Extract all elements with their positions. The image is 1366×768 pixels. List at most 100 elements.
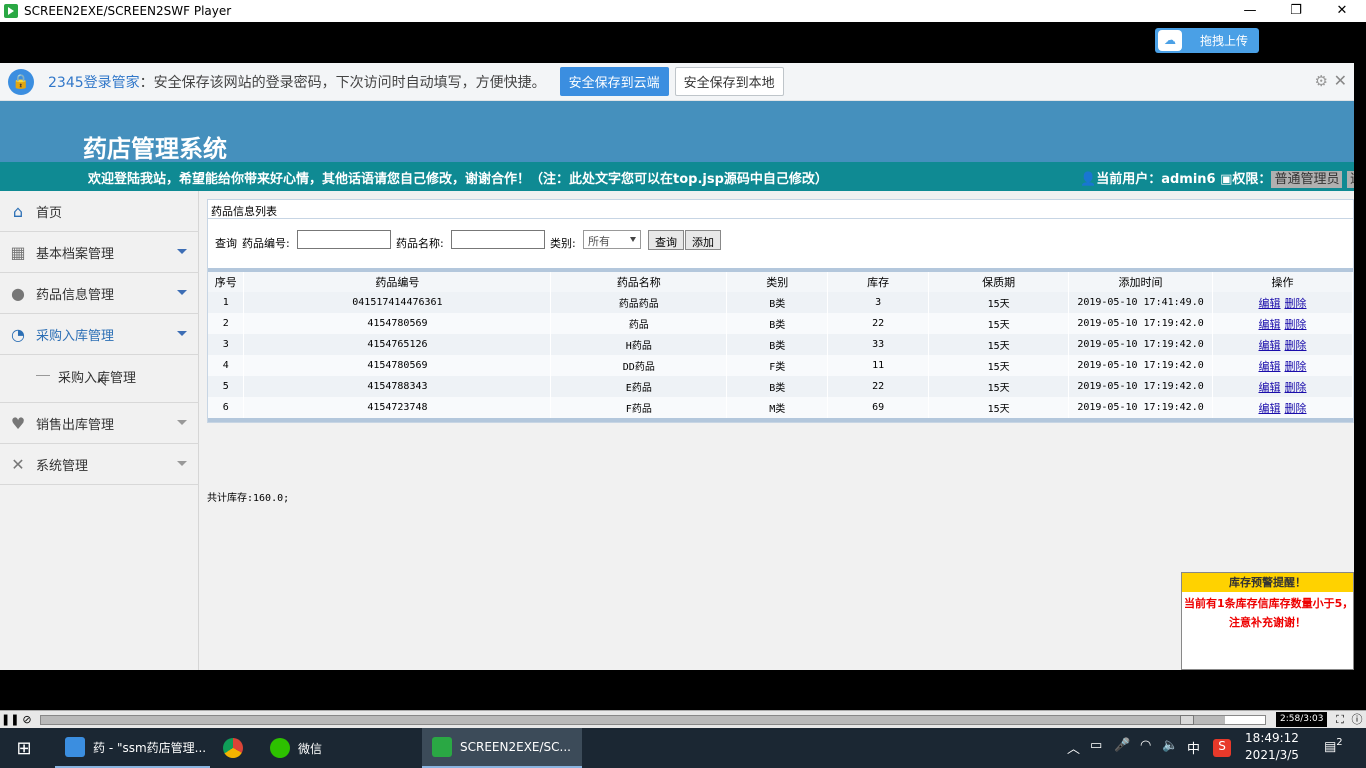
cell-no: 2 — [208, 313, 245, 334]
main-content: 药品信息列表 查询 药品编号: 药品名称: 类别: 所有 查询 添加 序号 药品… — [200, 191, 1354, 670]
notification-count: 2 — [1336, 737, 1343, 748]
logout-link[interactable]: 退出 — [1346, 171, 1354, 188]
cell-code: 4154723748 — [243, 397, 552, 418]
cell-type: B类 — [726, 292, 829, 313]
panel-title: 药品信息列表 — [208, 200, 1353, 219]
cell-type: B类 — [726, 376, 829, 397]
taskbar-item-label: SCREEN2EXE/SC... — [460, 740, 571, 754]
cell-name: 药品 — [550, 313, 728, 334]
sidebar-subitem-purchase[interactable]: 采购入库管理 ↖ — [0, 355, 199, 403]
delete-link[interactable]: 删除 — [1285, 339, 1307, 352]
site-header: 药店管理系统 — [0, 101, 1354, 163]
search-button[interactable]: 查询 — [648, 230, 684, 250]
sogou-icon[interactable]: S — [1213, 739, 1231, 757]
clock-time: 18:49:12 — [1245, 731, 1299, 745]
total-stock: 共计库存:160.0; — [207, 493, 290, 504]
cell-no: 4 — [208, 355, 245, 376]
edit-link[interactable]: 编辑 — [1259, 360, 1281, 373]
query-label: 查询 — [215, 237, 237, 250]
close-icon[interactable]: ✕ — [1334, 71, 1347, 90]
window-title: SCREEN2EXE/SCREEN2SWF Player — [24, 4, 232, 18]
cell-name: 药品药品 — [550, 292, 728, 313]
start-button[interactable]: ⊞ — [0, 728, 48, 768]
cell-stock: 22 — [827, 376, 930, 397]
close-button[interactable]: ✕ — [1319, 0, 1365, 22]
cell-time: 2019-05-10 17:19:42.0 — [1068, 334, 1214, 355]
drug-name-input[interactable] — [451, 230, 545, 249]
battery-icon[interactable]: ▭ — [1090, 738, 1102, 753]
sidebar-item-purchase[interactable]: ◔ 采购入库管理 — [0, 314, 199, 355]
taskbar-item-wechat[interactable]: 微信 — [260, 728, 370, 768]
volume-icon[interactable]: 🔈 — [1162, 738, 1178, 753]
wifi-icon[interactable]: ◠ — [1140, 738, 1151, 753]
chevron-up-icon[interactable]: ︿ — [1067, 738, 1080, 757]
delete-link[interactable]: 删除 — [1285, 402, 1307, 415]
cell-no: 3 — [208, 334, 245, 355]
taskbar-item-chrome[interactable] — [213, 728, 258, 768]
delete-link[interactable]: 删除 — [1285, 318, 1307, 331]
gear-icon[interactable]: ⚙ — [1315, 72, 1328, 90]
password-manager-brand[interactable]: 2345登录管家 — [48, 72, 140, 92]
sidebar-item-system[interactable]: ✕ 系统管理 — [0, 444, 199, 485]
loop-icon[interactable]: ⊘ — [19, 712, 35, 727]
taskbar-item-player[interactable]: SCREEN2EXE/SC... — [422, 728, 582, 768]
save-to-local-button[interactable]: 安全保存到本地 — [674, 67, 784, 96]
sidebar-item-sales[interactable]: ♥ 销售出库管理 — [0, 403, 199, 444]
edit-link[interactable]: 编辑 — [1259, 381, 1281, 394]
col-header: 类别 — [726, 272, 829, 292]
system-clock[interactable]: 18:49:12 2021/3/5 — [1240, 730, 1304, 764]
name-label: 药品名称: — [396, 237, 444, 250]
chevron-down-icon — [177, 420, 187, 425]
edit-link[interactable]: 编辑 — [1259, 318, 1281, 331]
maximize-button[interactable]: ❐ — [1273, 0, 1319, 22]
sidebar-item-drug-info[interactable]: ● 药品信息管理 — [0, 273, 199, 314]
col-header: 药品编号 — [243, 272, 552, 292]
edit-link[interactable]: 编辑 — [1259, 297, 1281, 310]
cell-code: 4154780569 — [243, 355, 552, 376]
seek-bar[interactable] — [40, 715, 1266, 725]
code-label: 药品编号: — [242, 237, 290, 250]
app-icon — [4, 4, 18, 18]
seek-handle[interactable] — [1179, 715, 1194, 725]
player-app-icon — [432, 737, 452, 757]
user-info: 👤当前用户：admin6 ▣权限：普通管理员 退出 — [1080, 168, 1354, 188]
sidebar-item-label: 药品信息管理 — [36, 287, 115, 303]
microphone-icon[interactable]: 🎤 — [1114, 738, 1130, 753]
notification-icon[interactable]: ▤2 — [1324, 737, 1343, 754]
cell-shelf: 15天 — [928, 355, 1070, 376]
sidebar-item-home[interactable]: ⌂ 首页 — [0, 191, 199, 232]
edit-link[interactable]: 编辑 — [1259, 402, 1281, 415]
cell-stock: 33 — [827, 334, 930, 355]
edit-link[interactable]: 编辑 — [1259, 339, 1281, 352]
minimize-button[interactable]: — — [1227, 0, 1273, 22]
drug-code-input[interactable] — [297, 230, 391, 249]
role-icon: ▣ — [1220, 172, 1233, 187]
add-button[interactable]: 添加 — [685, 230, 721, 250]
search-form: 查询 药品编号: 药品名称: 类别: 所有 查询 添加 — [208, 220, 1353, 266]
col-header: 药品名称 — [550, 272, 728, 292]
save-to-cloud-button[interactable]: 安全保存到云端 — [559, 67, 669, 96]
pause-icon[interactable]: ❚❚ — [1, 712, 19, 727]
sidebar-item-basic-records[interactable]: ▦ 基本档案管理 — [0, 232, 199, 273]
ime-indicator[interactable]: 中 — [1187, 738, 1200, 757]
delete-link[interactable]: 删除 — [1285, 360, 1307, 373]
delete-link[interactable]: 删除 — [1285, 381, 1307, 394]
chevron-down-icon — [177, 461, 187, 466]
type-select[interactable]: 所有 — [583, 230, 641, 249]
sidebar-item-label: 销售出库管理 — [36, 417, 115, 433]
sidebar-item-label: 首页 — [36, 205, 63, 221]
password-manager-message: ：安全保存该网站的登录密码，下次访问时自动填写，方便快捷。 — [139, 74, 546, 91]
type-select-value: 所有 — [588, 235, 610, 248]
delete-link[interactable]: 删除 — [1285, 297, 1307, 310]
fullscreen-icon[interactable]: ⛶ — [1332, 712, 1348, 727]
taskbar-item-browser[interactable]: 药 - "ssm药店管理... — [55, 728, 210, 768]
cell-no: 5 — [208, 376, 245, 397]
lock-icon: 🔒 — [8, 68, 34, 95]
page-title: 药店管理系统 — [83, 135, 227, 163]
cell-type: B类 — [726, 334, 829, 355]
table-header-row: 序号 药品编号 药品名称 类别 库存 保质期 添加时间 操作 — [208, 272, 1353, 292]
upload-button[interactable]: ☁ 拖拽上传 — [1155, 28, 1259, 53]
cell-time: 2019-05-10 17:19:42.0 — [1068, 313, 1214, 334]
drug-list-panel: 药品信息列表 查询 药品编号: 药品名称: 类别: 所有 查询 添加 序号 药品… — [207, 199, 1354, 423]
info-icon[interactable]: ⓘ — [1349, 712, 1365, 727]
